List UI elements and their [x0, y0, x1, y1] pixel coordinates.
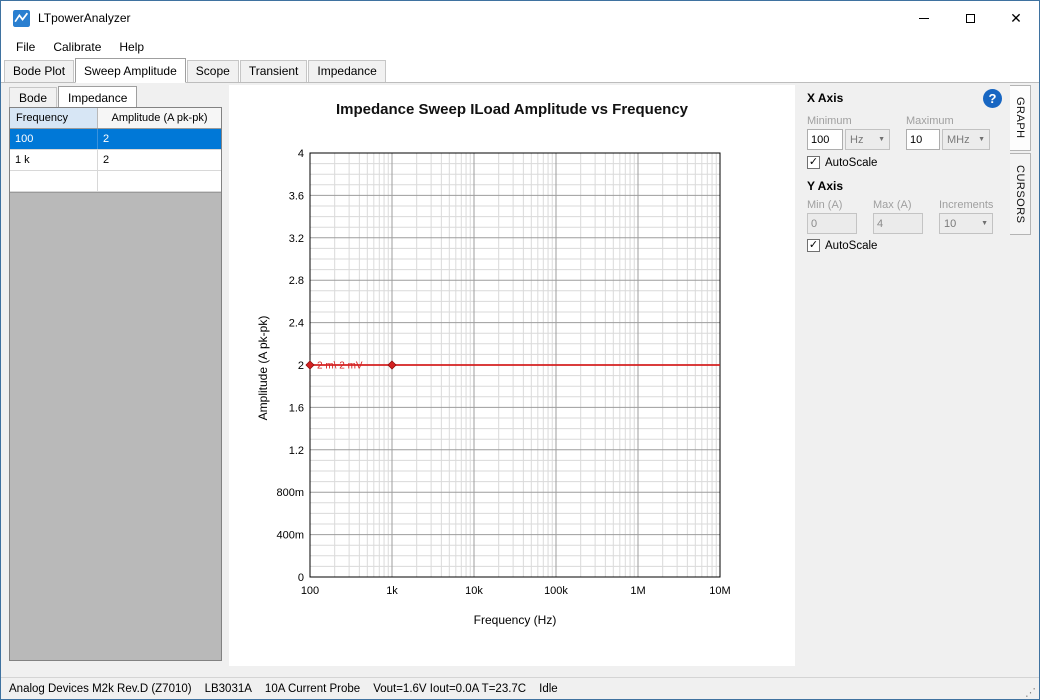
status-board: LB3031A: [205, 683, 252, 695]
x-axis-label: Frequency (Hz): [310, 613, 720, 627]
plot-area: 100 1k 10k 100k 1M 10M 0 400m 800m 1.2 1.6 2 2.4 2.8 3…: [253, 141, 748, 617]
close-button[interactable]: ✕: [993, 1, 1039, 35]
checkbox-box-icon: [807, 156, 820, 169]
main-tab-strip: Bode Plot Sweep Amplitude Scope Transien…: [1, 59, 1039, 83]
x-axis-section-title: X Axis: [807, 91, 843, 105]
svg-text:1M: 1M: [630, 585, 645, 597]
svg-text:100: 100: [301, 585, 319, 597]
help-icon[interactable]: ?: [983, 89, 1002, 108]
resize-grip[interactable]: ⋰: [1025, 686, 1036, 699]
cell-frequency[interactable]: 1 k: [10, 150, 98, 170]
side-tab-graph[interactable]: GRAPH: [1010, 85, 1031, 151]
chevron-down-icon: ▼: [981, 220, 988, 227]
table-row[interactable]: 1 k 2: [10, 150, 221, 171]
table-row[interactable]: 100 2: [10, 129, 221, 150]
x-min-input[interactable]: [807, 129, 843, 150]
svg-text:2.8: 2.8: [289, 275, 304, 287]
tab-impedance[interactable]: Impedance: [308, 60, 385, 82]
subtab-impedance[interactable]: Impedance: [58, 86, 137, 108]
status-measurements: Vout=1.6V Iout=0.0A T=23.7C: [373, 683, 526, 695]
cell-frequency[interactable]: 100: [10, 129, 98, 149]
x-min-unit-value: Hz: [850, 134, 863, 146]
app-window: LTpowerAnalyzer ✕ File Calibrate Help Bo…: [0, 0, 1040, 700]
y-min-label: Min (A): [807, 199, 842, 211]
menu-file[interactable]: File: [7, 36, 44, 58]
svg-text:0: 0: [298, 572, 304, 584]
title-bar: LTpowerAnalyzer ✕: [1, 1, 1039, 35]
status-probe: 10A Current Probe: [265, 683, 360, 695]
x-autoscale-checkbox[interactable]: AutoScale: [807, 156, 877, 169]
sweep-points-table: Frequency Amplitude (A pk-pk) 100 2 1 k …: [9, 107, 222, 661]
cell-amplitude[interactable]: 2: [98, 150, 221, 170]
table-header-row: Frequency Amplitude (A pk-pk): [10, 108, 221, 129]
svg-text:2.4: 2.4: [289, 318, 304, 330]
tab-sweep-amplitude[interactable]: Sweep Amplitude: [75, 58, 186, 83]
menu-help[interactable]: Help: [110, 36, 153, 58]
svg-text:10M: 10M: [709, 585, 730, 597]
svg-text:10k: 10k: [465, 585, 483, 597]
y-increments-label: Increments: [939, 199, 993, 211]
svg-text:400m: 400m: [276, 530, 304, 542]
minimize-button[interactable]: [901, 1, 947, 35]
svg-text:3.2: 3.2: [289, 233, 304, 245]
axis-settings-panel: X Axis ? Minimum Maximum Hz ▼ MHz ▼ Auto…: [801, 89, 1009, 349]
svg-text:1k: 1k: [386, 585, 398, 597]
y-autoscale-label: AutoScale: [825, 240, 877, 252]
cell-amplitude[interactable]: 2: [98, 129, 221, 149]
sub-tab-strip: Bode Impedance: [9, 86, 138, 108]
cell-amplitude[interactable]: [98, 171, 221, 191]
minimize-icon: [919, 18, 929, 19]
svg-text:3.6: 3.6: [289, 190, 304, 202]
x-min-label: Minimum: [807, 115, 852, 127]
app-icon: [13, 10, 30, 27]
menu-bar: File Calibrate Help: [1, 35, 1039, 59]
side-tab-strip: GRAPH CURSORS: [1010, 85, 1034, 237]
tab-scope[interactable]: Scope: [187, 60, 239, 82]
x-max-label: Maximum: [906, 115, 954, 127]
table-row-empty[interactable]: [10, 171, 221, 192]
status-device: Analog Devices M2k Rev.D (Z7010): [9, 683, 192, 695]
chevron-down-icon: ▼: [978, 136, 985, 143]
svg-text:1.6: 1.6: [289, 402, 304, 414]
status-state: Idle: [539, 683, 558, 695]
tab-transient[interactable]: Transient: [240, 60, 308, 82]
svg-text:2 m\ 2 mV: 2 m\ 2 mV: [317, 361, 363, 372]
y-autoscale-checkbox[interactable]: AutoScale: [807, 239, 877, 252]
y-increments-value: 10: [944, 218, 956, 230]
svg-text:800m: 800m: [276, 487, 304, 499]
content-area: Bode Impedance Frequency Amplitude (A pk…: [1, 83, 1039, 677]
window-controls: ✕: [901, 1, 1039, 35]
x-max-input[interactable]: [906, 129, 940, 150]
chart-title: Impedance Sweep ILoad Amplitude vs Frequ…: [229, 101, 795, 118]
menu-calibrate[interactable]: Calibrate: [44, 36, 110, 58]
y-axis-section-title: Y Axis: [807, 179, 843, 193]
svg-text:2: 2: [298, 360, 304, 372]
cell-frequency[interactable]: [10, 171, 98, 191]
y-increments-select[interactable]: 10 ▼: [939, 213, 993, 234]
subtab-bode[interactable]: Bode: [9, 87, 57, 108]
checkbox-box-icon: [807, 239, 820, 252]
chart-panel: Impedance Sweep ILoad Amplitude vs Frequ…: [229, 85, 795, 666]
svg-text:100k: 100k: [544, 585, 568, 597]
svg-text:4: 4: [298, 148, 304, 160]
side-tab-cursors[interactable]: CURSORS: [1010, 153, 1031, 236]
x-min-unit-select[interactable]: Hz ▼: [845, 129, 890, 150]
table-empty-area: [10, 192, 221, 660]
y-min-input[interactable]: [807, 213, 857, 234]
tab-bode-plot[interactable]: Bode Plot: [4, 60, 74, 82]
column-header-frequency[interactable]: Frequency: [10, 108, 98, 128]
chevron-down-icon: ▼: [878, 136, 885, 143]
x-max-unit-value: MHz: [947, 134, 970, 146]
y-max-input[interactable]: [873, 213, 923, 234]
x-max-unit-select[interactable]: MHz ▼: [942, 129, 990, 150]
window-title: LTpowerAnalyzer: [38, 11, 130, 25]
status-bar: Analog Devices M2k Rev.D (Z7010) LB3031A…: [1, 677, 1039, 699]
maximize-icon: [966, 14, 975, 23]
x-autoscale-label: AutoScale: [825, 157, 877, 169]
svg-text:1.2: 1.2: [289, 445, 304, 457]
y-max-label: Max (A): [873, 199, 912, 211]
maximize-button[interactable]: [947, 1, 993, 35]
column-header-amplitude[interactable]: Amplitude (A pk-pk): [98, 108, 221, 128]
